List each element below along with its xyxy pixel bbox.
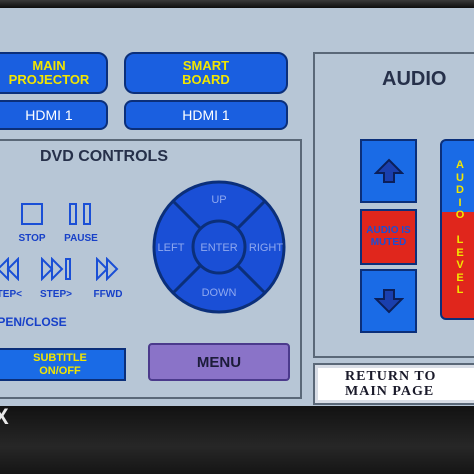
audio-level-letter: D [456, 184, 464, 196]
dvd-navigation-pad: UP DOWN LEFT RIGHT ENTER [152, 180, 286, 314]
fast-forward-icon[interactable] [95, 257, 121, 281]
volume-down-button[interactable] [360, 269, 417, 333]
audio-level-letter: E [456, 271, 464, 284]
audio-level-letter: L [456, 234, 464, 246]
audio-level-letter [442, 222, 474, 235]
subtitle-toggle-button[interactable]: SUBTITLE ON/OFF [0, 348, 126, 381]
dpad-up-label[interactable]: UP [211, 194, 226, 206]
audio-level-meter: AUDIO LEVEL [440, 139, 474, 320]
audio-level-label: AUDIO LEVEL [442, 159, 474, 297]
touch-panel-screen: MAIN PROJECTOR HDMI 1 SMART BOARD HDMI 1… [0, 8, 474, 406]
main-projector-button[interactable]: MAIN PROJECTOR [0, 52, 108, 94]
bezel-bottom [0, 406, 474, 474]
dpad-down-label[interactable]: DOWN [202, 287, 237, 299]
arrow-up-icon [373, 158, 404, 183]
audio-level-letter: I [458, 196, 462, 209]
return-to-main-page-button[interactable]: RETURN TO MAIN PAGE [313, 363, 474, 405]
audio-level-letter: U [456, 171, 464, 184]
bezel-top [0, 0, 474, 8]
audio-title: AUDIO [382, 68, 447, 90]
dpad-right-label[interactable]: RIGHT [249, 242, 284, 254]
dvd-controls-title: DVD CONTROLS [40, 148, 168, 165]
audio-level-letter: E [456, 246, 464, 259]
smart-board-line2: BOARD [182, 72, 230, 87]
open-close-button[interactable]: OPEN/CLOSE [0, 315, 88, 329]
brand-logo: X [0, 404, 9, 429]
main-projector-input-label: HDMI 1 [25, 107, 73, 123]
return-line1: RETURN TO [345, 369, 437, 384]
volume-up-button[interactable] [360, 139, 417, 203]
smart-board-input-label: HDMI 1 [182, 107, 230, 123]
main-projector-line1: MAIN [32, 58, 66, 73]
pause-icon[interactable] [67, 202, 95, 226]
smart-board-button[interactable]: SMART BOARD [124, 52, 288, 94]
fast-forward-label: FFWD [93, 289, 123, 300]
audio-muted-status[interactable]: AUDIO IS MUTED [360, 209, 417, 265]
subtitle-line1: SUBTITLE [33, 351, 87, 364]
stop-label: STOP [18, 233, 46, 244]
main-projector-input-button[interactable]: HDMI 1 [0, 100, 108, 130]
audio-level-letter: A [456, 159, 464, 171]
smart-board-line1: SMART [182, 58, 230, 73]
return-line2: MAIN PAGE [345, 384, 435, 399]
step-forward-label: STEP> [40, 289, 72, 300]
step-back-icon[interactable] [0, 257, 22, 281]
pause-label: PAUSE [64, 233, 98, 244]
smart-board-input-button[interactable]: HDMI 1 [124, 100, 288, 130]
audio-level-letter: L [456, 284, 464, 296]
audio-level-letter: V [456, 259, 464, 271]
audio-level-letter: O [455, 209, 465, 221]
menu-label: MENU [196, 353, 242, 371]
step-back-label: STEP< [0, 289, 22, 300]
dpad-left-label[interactable]: LEFT [158, 242, 185, 254]
arrow-down-icon [373, 289, 404, 314]
muted-line2: MUTED [370, 237, 407, 248]
stop-icon[interactable] [20, 202, 44, 226]
dpad-enter-label[interactable]: ENTER [200, 242, 237, 254]
subtitle-line2: ON/OFF [39, 364, 81, 377]
muted-line1: AUDIO IS [366, 225, 411, 236]
step-forward-icon[interactable] [40, 257, 74, 281]
main-projector-line2: PROJECTOR [8, 72, 90, 87]
menu-button[interactable]: MENU [148, 343, 290, 381]
